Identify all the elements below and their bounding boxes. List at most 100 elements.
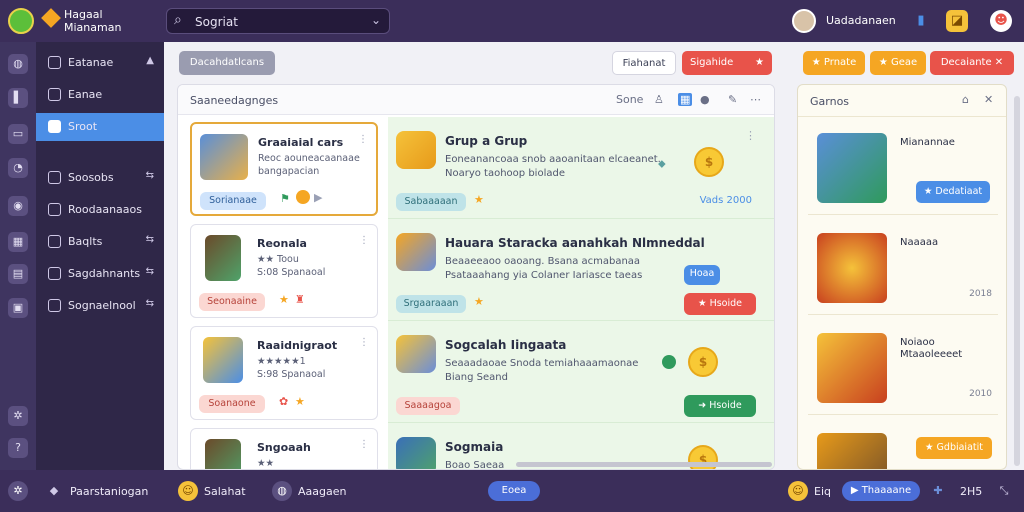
settings-icon[interactable]: ✲ (8, 481, 28, 501)
pen-icon[interactable]: ✎ (728, 93, 737, 106)
home-icon[interactable]: ◍ (8, 54, 28, 74)
dot-icon[interactable]: ● (700, 93, 710, 106)
game-art (817, 433, 887, 469)
right-button-1[interactable]: ★ Geae (870, 51, 926, 75)
list-item[interactable]: Hauara Staracka aanahkah Nlmneddal Beaae… (388, 219, 774, 321)
content-panel: Saaneedagnges Sone ♙ ▦ ● ✎ ⋯ Graaiaial c… (177, 84, 775, 470)
swap-icon[interactable]: ⇆ (146, 298, 154, 309)
more-icon[interactable]: ⋮ (359, 439, 369, 450)
more-icon[interactable]: ⋮ (745, 129, 756, 142)
right-button-0[interactable]: ★ Prnate (803, 51, 865, 75)
game-tile[interactable]: Naaaaa 2018 (808, 227, 998, 315)
sort-label[interactable]: Sone (616, 93, 643, 106)
character-thumbnail (205, 439, 241, 469)
more-icon[interactable]: ⋮ (359, 337, 369, 348)
swap-icon[interactable]: ⇆ (146, 170, 154, 181)
row-pill[interactable]: Sabaaaaan (396, 193, 466, 211)
user-name[interactable]: Uadadanaen (826, 14, 896, 27)
sidebar-item-2[interactable]: Sroot (36, 113, 164, 141)
tile-button[interactable]: ★ Dedatiaat (916, 181, 990, 203)
game-tile[interactable]: Mianannae ★ Dedatiaat (808, 127, 998, 215)
tile-button[interactable]: ★ Gdbiaiatit (916, 437, 992, 459)
chest-icon (396, 131, 436, 169)
sidebar-item-6[interactable]: Sagdahnants ⇆ (36, 260, 164, 288)
more-icon[interactable]: ⋮ (359, 235, 369, 246)
vertical-scrollbar[interactable] (1014, 96, 1020, 466)
export-button[interactable]: Fiahanat (612, 51, 676, 75)
notification-icon[interactable]: ◪ (946, 10, 968, 32)
chevron-down-icon[interactable]: ⌄ (371, 13, 381, 27)
card-title: Raaidnigraot (257, 339, 338, 352)
globe-icon[interactable]: ◉ (8, 196, 28, 216)
footer-label[interactable]: Paarstaniogan (70, 485, 148, 498)
list-item[interactable]: Grup a Grup Eoneanancoaa snob aaoanitaan… (388, 117, 774, 219)
right-button-2[interactable]: Decaiante ✕ (930, 51, 1014, 75)
center-button[interactable]: Eoea (488, 481, 540, 501)
row-pill[interactable]: Saaaagoa (396, 397, 460, 415)
search-input[interactable]: ⌕ Sogriat ⌄ (166, 8, 390, 34)
game-list: Grup a Grup Eoneanancoaa snob aaoanitaan… (388, 117, 774, 469)
more-icon[interactable]: ⋮ (358, 134, 368, 145)
chat-icon[interactable]: ◔ (8, 158, 28, 178)
profile-icon[interactable]: ☻ (990, 10, 1012, 32)
card-title: Graaiaial cars (258, 136, 344, 149)
game-card[interactable]: Reonala ★★ Toou S:08 Spanaoal ⋮ Seonaain… (190, 224, 378, 318)
status-text: Aaagaen (298, 485, 347, 498)
swap-icon[interactable]: ⇆ (146, 234, 154, 245)
game-card[interactable]: Raaidnigraot ★★★★★1 S:98 Spanaoal ⋮ Soan… (190, 326, 378, 420)
card-pill[interactable]: Sorianaae (200, 192, 266, 210)
card-subtitle: Reoc aouneacaanaae bangapacian (258, 153, 360, 177)
sidebar-item-4[interactable]: Roodaanaaos (36, 196, 164, 224)
sidebar-item-1[interactable]: Eanae (36, 81, 164, 109)
game-card[interactable]: Graaiaial cars Reoc aouneacaanaae bangap… (190, 122, 378, 216)
game-tile[interactable]: Noiaoo Mtaaoleeeet 2010 (808, 327, 998, 415)
link-icon[interactable]: ⬥ (658, 157, 666, 171)
puzzle-icon[interactable]: ✚ (928, 481, 948, 501)
folder-icon[interactable]: ▭ (8, 124, 28, 144)
row-pill[interactable]: Srgaaraaan (396, 295, 466, 313)
game-card[interactable]: Sngoaah ★★ 5:08 Foi ⋮ (190, 428, 378, 469)
sidebar-item-5[interactable]: Baqlts ⇆ (36, 228, 164, 256)
card-subtitle: ★★ 5:08 Foi (257, 458, 275, 469)
help-icon[interactable]: ? (8, 438, 28, 458)
right-panel: Garnos ⌂ ✕ Mianannae ★ Dedatiaat Naaaaa … (797, 84, 1007, 470)
right-footer-button[interactable]: ▶ Thaaaane (842, 481, 920, 501)
tile-number: 2010 (969, 389, 992, 399)
app-logo[interactable] (8, 8, 34, 34)
report-button[interactable]: Sigahide ★ (682, 51, 772, 75)
sidebar-item-3[interactable]: Soosobs ⇆ (36, 164, 164, 192)
chart-icon[interactable]: ▮ (910, 10, 932, 32)
avatar[interactable] (792, 9, 816, 33)
bookmark-icon[interactable]: ▌ (8, 88, 28, 108)
grid-view-icon[interactable]: ▦ (678, 93, 693, 106)
gem-icon[interactable]: ◆ (44, 481, 64, 501)
sidebar-item-label: Soosobs (68, 171, 114, 184)
person-icon[interactable]: ♙ (654, 93, 664, 106)
settings-icon[interactable]: ✲ (8, 406, 28, 426)
filter-button[interactable]: Dacahdatlcans (179, 51, 275, 75)
row-title: Sogmaia (445, 440, 504, 454)
swap-icon[interactable]: ⇆ (146, 266, 154, 277)
more-icon[interactable]: ⋯ (750, 93, 761, 106)
card-pill[interactable]: Seonaaine (199, 293, 265, 311)
sidebar-item-7[interactable]: Sognaelnool ⇆ (36, 292, 164, 320)
app-brand: Hagaal Mianaman (64, 8, 121, 34)
lock-icon[interactable]: ⌂ (962, 93, 969, 106)
report-label: Sigahide (690, 57, 734, 68)
row-badge[interactable]: Hoaa (684, 265, 720, 285)
close-icon[interactable]: ✕ (984, 93, 993, 106)
card-pill[interactable]: Soanaone (199, 395, 265, 413)
horizontal-scrollbar[interactable] (516, 462, 772, 467)
row-action-button[interactable]: ★ Hsoide (684, 293, 756, 315)
star-icon: ★ (474, 295, 484, 308)
calendar-icon[interactable]: ▦ (8, 232, 28, 252)
grid-icon[interactable]: ▣ (8, 298, 28, 318)
sidebar-item-0[interactable]: Eatanae ▲ (36, 49, 164, 77)
document-icon[interactable]: ▤ (8, 264, 28, 284)
list-item[interactable]: Sogcalah Iingaata Seaaadaoae Snoda temia… (388, 321, 774, 423)
resize-icon[interactable]: ⤡ (994, 481, 1014, 501)
game-art (817, 333, 887, 403)
collapse-icon[interactable]: ▲ (146, 55, 154, 66)
game-tile[interactable]: ★ Gdbiaiatit (808, 427, 998, 469)
row-action-button[interactable]: ➜ Hsoide (684, 395, 756, 417)
